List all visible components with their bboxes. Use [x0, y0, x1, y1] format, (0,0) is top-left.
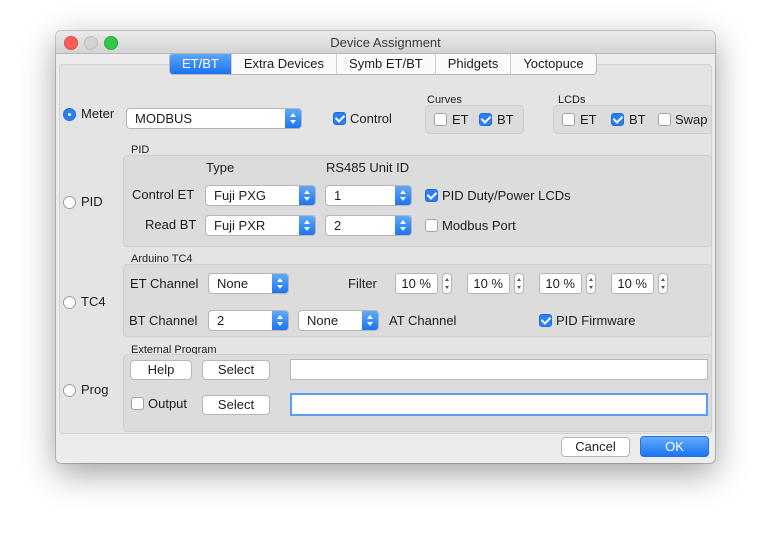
curves-et-label: ET	[452, 112, 469, 127]
et-bt-panel: Meter PID TC4 Prog MODBUS Control Curves…	[59, 64, 712, 434]
chevron-updown-icon	[272, 274, 288, 293]
lcds-group: ET BT Swap	[553, 105, 712, 134]
curves-group: ET BT	[425, 105, 524, 134]
filter-3-input[interactable]: 10 %	[539, 273, 582, 294]
pid-unit-header: RS485 Unit ID	[326, 160, 410, 175]
filter-2-stepper[interactable]	[514, 273, 524, 294]
lcds-et-label: ET	[580, 112, 597, 127]
select-program-button[interactable]: Select	[202, 360, 270, 380]
curves-bt-checkbox[interactable]	[479, 113, 492, 126]
mode-prog-label: Prog	[81, 382, 109, 397]
read-bt-label: Read BT	[145, 217, 197, 232]
read-bt-unit-value: 2	[334, 218, 342, 233]
mode-tc4-radio[interactable]	[63, 296, 76, 309]
control-et-type-value: Fuji PXG	[214, 188, 267, 203]
curves-bt-label: BT	[497, 112, 514, 127]
filter-2-input[interactable]: 10 %	[467, 273, 510, 294]
chevron-updown-icon	[395, 216, 411, 235]
control-et-label: Control ET	[132, 187, 195, 202]
chevron-updown-icon	[272, 311, 288, 330]
modbus-port-label: Modbus Port	[442, 218, 516, 233]
program-path-input[interactable]	[290, 359, 708, 380]
control-label: Control	[350, 111, 392, 126]
bt-channel-select[interactable]: 2	[208, 310, 289, 331]
mode-prog-radio[interactable]	[63, 384, 76, 397]
at-channel-select[interactable]: None	[298, 310, 379, 331]
et-channel-value: None	[217, 276, 249, 291]
mode-pid-label: PID	[81, 194, 103, 209]
arduino-group: ET Channel None Filter 10 % 10 % 10 % 10…	[123, 264, 712, 337]
filter-3-stepper[interactable]	[586, 273, 596, 294]
filter-4-value: 10 %	[617, 276, 647, 291]
chevron-updown-icon	[299, 186, 315, 205]
ok-button[interactable]: OK	[640, 436, 709, 457]
read-bt-unit-select[interactable]: 2	[325, 215, 412, 236]
output-label: Output	[148, 396, 188, 411]
select-output-button[interactable]: Select	[202, 395, 270, 415]
read-bt-type-select[interactable]: Fuji PXR	[205, 215, 316, 236]
output-path-input[interactable]	[290, 393, 708, 416]
pid-type-header: Type	[206, 160, 235, 175]
bt-channel-value: 2	[217, 313, 225, 328]
tab-extra-devices[interactable]: Extra Devices	[232, 54, 338, 74]
tab-et-bt[interactable]: ET/BT	[170, 54, 232, 74]
chevron-updown-icon	[299, 216, 315, 235]
tab-yoctopuce[interactable]: Yoctopuce	[511, 54, 595, 74]
meter-device-select[interactable]: MODBUS	[126, 108, 302, 129]
chevron-updown-icon	[395, 186, 411, 205]
control-et-type-select[interactable]: Fuji PXG	[205, 185, 316, 206]
mode-meter-label: Meter	[81, 106, 115, 121]
pid-duty-label: PID Duty/Power LCDs	[442, 188, 571, 203]
pid-firmware-label: PID Firmware	[556, 313, 636, 328]
lcds-swap-label: Swap	[675, 112, 708, 127]
meter-device-value: MODBUS	[135, 111, 193, 126]
lcds-bt-checkbox[interactable]	[611, 113, 624, 126]
read-bt-type-value: Fuji PXR	[214, 218, 266, 233]
tab-symb-et-bt[interactable]: Symb ET/BT	[337, 54, 436, 74]
modbus-port-checkbox[interactable]	[425, 219, 438, 232]
mode-pid-radio[interactable]	[63, 196, 76, 209]
et-channel-label: ET Channel	[130, 276, 199, 291]
device-assignment-window: Device Assignment Meter PID TC4 Prog MOD…	[56, 31, 715, 463]
pid-firmware-checkbox[interactable]	[539, 314, 552, 327]
chevron-updown-icon	[285, 109, 301, 128]
pid-group: Type RS485 Unit ID Control ET Fuji PXG 1…	[123, 155, 712, 247]
filter-3-value: 10 %	[545, 276, 575, 291]
curves-et-checkbox[interactable]	[434, 113, 447, 126]
control-et-unit-select[interactable]: 1	[325, 185, 412, 206]
cancel-button[interactable]: Cancel	[561, 437, 630, 457]
lcds-swap-checkbox[interactable]	[658, 113, 671, 126]
control-et-unit-value: 1	[334, 188, 342, 203]
window-title: Device Assignment	[330, 35, 441, 50]
filter-1-value: 10 %	[401, 276, 431, 291]
filter-1-input[interactable]: 10 %	[395, 273, 438, 294]
tab-bar: ET/BT Extra Devices Symb ET/BT Phidgets …	[169, 53, 597, 75]
help-button[interactable]: Help	[130, 360, 192, 380]
tab-phidgets[interactable]: Phidgets	[436, 54, 512, 74]
bt-channel-label: BT Channel	[129, 313, 198, 328]
lcds-et-checkbox[interactable]	[562, 113, 575, 126]
at-channel-value: None	[307, 313, 339, 328]
lcds-bt-label: BT	[629, 112, 646, 127]
chevron-updown-icon	[362, 311, 378, 330]
mode-tc4-label: TC4	[81, 294, 106, 309]
filter-4-stepper[interactable]	[658, 273, 668, 294]
filter-label: Filter	[348, 276, 377, 291]
output-checkbox[interactable]	[131, 397, 144, 410]
external-group: Help Select Output Select	[123, 354, 712, 432]
filter-2-value: 10 %	[473, 276, 503, 291]
at-channel-label: AT Channel	[389, 313, 457, 328]
title-bar[interactable]: Device Assignment	[56, 31, 715, 54]
control-checkbox[interactable]	[333, 112, 346, 125]
filter-4-input[interactable]: 10 %	[611, 273, 654, 294]
filter-1-stepper[interactable]	[442, 273, 452, 294]
mode-meter-radio[interactable]	[63, 108, 76, 121]
pid-duty-checkbox[interactable]	[425, 189, 438, 202]
et-channel-select[interactable]: None	[208, 273, 289, 294]
